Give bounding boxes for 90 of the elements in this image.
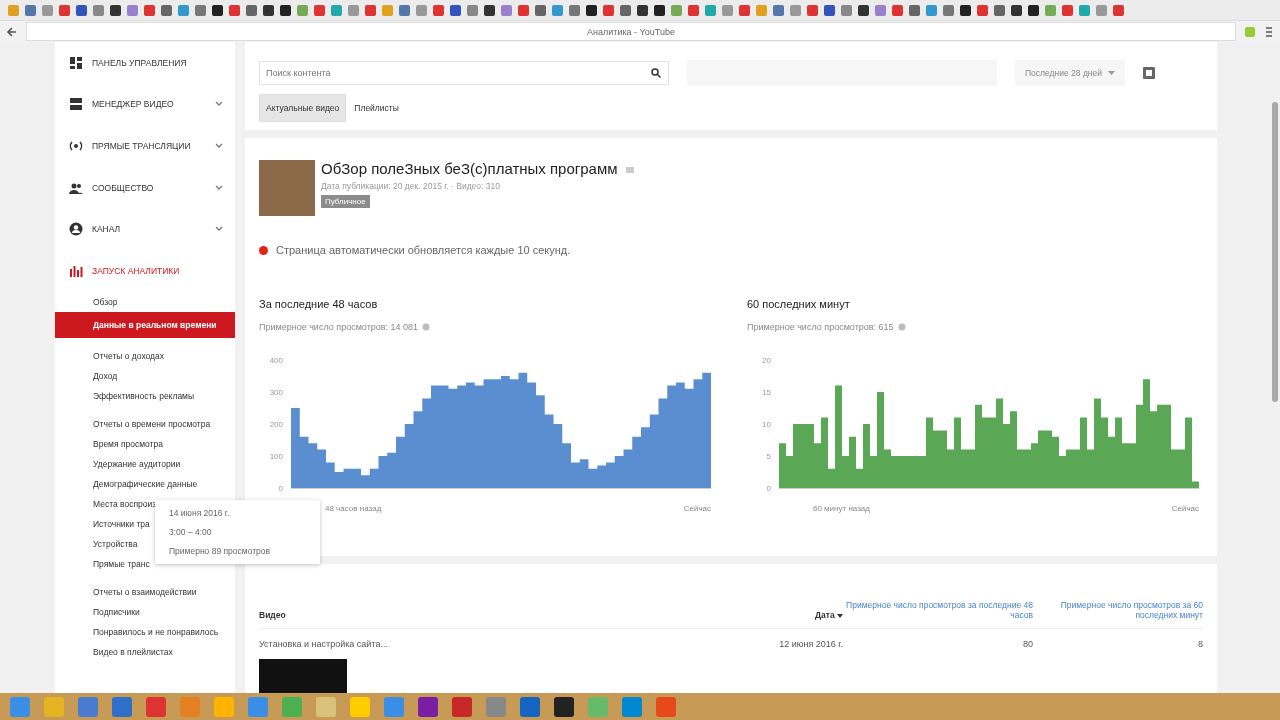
views-estimate: Примерное число просмотров: 14 081 xyxy=(259,322,419,332)
bookmark-icon[interactable] xyxy=(586,4,597,16)
bookmark-icon[interactable] xyxy=(960,4,971,16)
bookmark-icon[interactable] xyxy=(654,4,665,16)
axis-label: 48 часов назад xyxy=(325,504,382,513)
sidebar-subitem[interactable]: Обзор xyxy=(55,291,235,312)
tab[interactable]: Плейлисты xyxy=(348,94,405,122)
sidebar-item[interactable]: ПРЯМЫЕ ТРАНСЛЯЦИИ xyxy=(55,125,235,167)
tooltip-time: 3:00 – 4:00 xyxy=(169,527,213,537)
sidebar-subitem[interactable]: Данные в реальном времени xyxy=(55,311,235,338)
taskbar-icon[interactable] xyxy=(418,696,438,717)
chevron-down-icon[interactable] xyxy=(215,101,223,108)
tooltip-views: Примерно 89 просмотров xyxy=(169,546,272,556)
bookmark-icon[interactable] xyxy=(1011,4,1022,16)
column-header[interactable]: Видео xyxy=(259,610,733,620)
axis-tick-label: 100 xyxy=(269,452,283,461)
bookmark-icon[interactable] xyxy=(263,4,274,16)
bar-chart-drawing[interactable] xyxy=(779,379,1199,488)
axis-tick-label: 300 xyxy=(269,388,283,397)
table-cell-text: 80 xyxy=(1022,639,1033,649)
stacked-panels-icon xyxy=(69,97,83,112)
sidebar-subitem[interactable]: Время просмотра xyxy=(55,433,235,454)
sidebar-subitem[interactable]: Удержание аудитории xyxy=(55,453,235,474)
address-bar[interactable]: Аналитика - YouTube xyxy=(26,22,1236,41)
axis-label: 60 минут назад xyxy=(813,504,870,513)
chevron-down-icon[interactable] xyxy=(215,226,223,233)
video-title: ОбЗор полеЗных беЗ(с)платных программ xyxy=(321,160,618,177)
sidebar-item[interactable]: МЕНЕДЖЕР ВИДЕО xyxy=(55,83,235,126)
axis-tick-label: 15 xyxy=(762,388,771,397)
axis-label: Сейчас xyxy=(1171,504,1199,513)
sidebar-subitem[interactable]: Отчеты о взаимодействии xyxy=(55,581,235,602)
bookmark-icon[interactable] xyxy=(280,4,291,16)
bar-chart-drawing[interactable] xyxy=(291,372,711,488)
sidebar-subitem[interactable]: Подписчики xyxy=(55,601,235,622)
column-header[interactable]: Примерное число просмотров за 60 последних минут xyxy=(1033,600,1203,620)
avatar-placeholder xyxy=(259,160,315,216)
table-cell[interactable]: Установка и настройка сайта... xyxy=(259,639,733,649)
info-icon[interactable] xyxy=(422,323,431,331)
panel-title: За последние 48 часов xyxy=(259,298,379,310)
sidebar-subitem[interactable]: Доход xyxy=(55,365,235,386)
panel-title: 60 последних минут xyxy=(747,298,851,310)
sidebar-subitem[interactable]: Эффективность рекламы xyxy=(55,385,235,406)
sidebar-item[interactable]: ЗАПУСК АНАЛИТИКИ xyxy=(55,249,235,292)
back-icon[interactable] xyxy=(6,25,18,38)
sidebar-item[interactable]: ПАНЕЛЬ УПРАВЛЕНИЯ xyxy=(55,42,235,84)
sidebar-subitem[interactable]: Видео в плейлистах xyxy=(55,641,235,662)
axis-tick-label: 10 xyxy=(762,420,771,429)
table-cell-text: 8 xyxy=(1197,639,1203,649)
scrollbar-thumb[interactable] xyxy=(1272,102,1278,402)
privacy-badge: Публичное xyxy=(321,195,370,208)
bookmark-icon[interactable] xyxy=(212,4,223,16)
menu-icon[interactable] xyxy=(1264,25,1274,38)
search-field[interactable]: Поиск контента xyxy=(259,61,669,85)
column-header[interactable]: Примерное число просмотров за последние 48 часов xyxy=(843,600,1033,620)
period-dropdown[interactable]: Последние 28 дней xyxy=(1015,60,1125,86)
caret-icon xyxy=(1108,71,1115,75)
refresh-notice: Страница автоматически обновляется каждые 10 секунд. xyxy=(276,244,571,256)
video-meta: Дата публикации: 20 дек. 2015 г. · Видео: 310 xyxy=(321,181,501,191)
axis-tick-label: 5 xyxy=(766,452,771,461)
table-cell-text: 12 июня 2016 г. xyxy=(778,639,843,649)
axis-tick-label: 0 xyxy=(766,484,771,493)
bookmark-icon[interactable] xyxy=(637,4,648,16)
chevron-down-icon[interactable] xyxy=(215,184,223,191)
bookmark-icon[interactable] xyxy=(858,4,869,16)
axis-tick-label: 0 xyxy=(278,484,283,493)
sidebar-item[interactable]: КАНАЛ xyxy=(55,208,235,250)
info-icon[interactable] xyxy=(897,323,906,331)
bookmark-icon[interactable] xyxy=(1028,4,1039,16)
sidebar-subitem[interactable]: Отчеты о времени просмотра xyxy=(55,413,235,434)
tooltip-date: 14 июня 2016 г. xyxy=(169,508,231,518)
axis-tick-label: 200 xyxy=(269,420,283,429)
tab[interactable]: Актуальные видео xyxy=(259,94,347,122)
bookmark-icon[interactable] xyxy=(484,4,495,16)
dashboard-icon xyxy=(69,55,83,70)
person-icon xyxy=(69,222,83,237)
axis-label: Сейчас xyxy=(683,504,711,513)
sidebar-subitem[interactable]: Понравилось и не понравилось xyxy=(55,621,235,642)
sort-arrow-icon xyxy=(837,611,843,618)
sidebar-subitem[interactable]: Отчеты о доходах xyxy=(55,345,235,366)
broadcast-icon xyxy=(69,139,83,153)
sidebar-subitem[interactable]: Демографические данные xyxy=(55,473,235,494)
taskbar-icon[interactable] xyxy=(554,696,574,717)
bookmark-icon[interactable] xyxy=(110,4,121,16)
axis-tick-label: 20 xyxy=(762,356,771,365)
column-header[interactable]: Дата xyxy=(733,610,843,620)
bar-chart-icon xyxy=(69,263,83,278)
chevron-down-icon[interactable] xyxy=(215,143,223,149)
sidebar-item[interactable]: СООБЩЕСТВО xyxy=(55,166,235,209)
axis-tick-label: 400 xyxy=(269,356,283,365)
views-estimate: Примерное число просмотров: 615 xyxy=(747,322,894,332)
